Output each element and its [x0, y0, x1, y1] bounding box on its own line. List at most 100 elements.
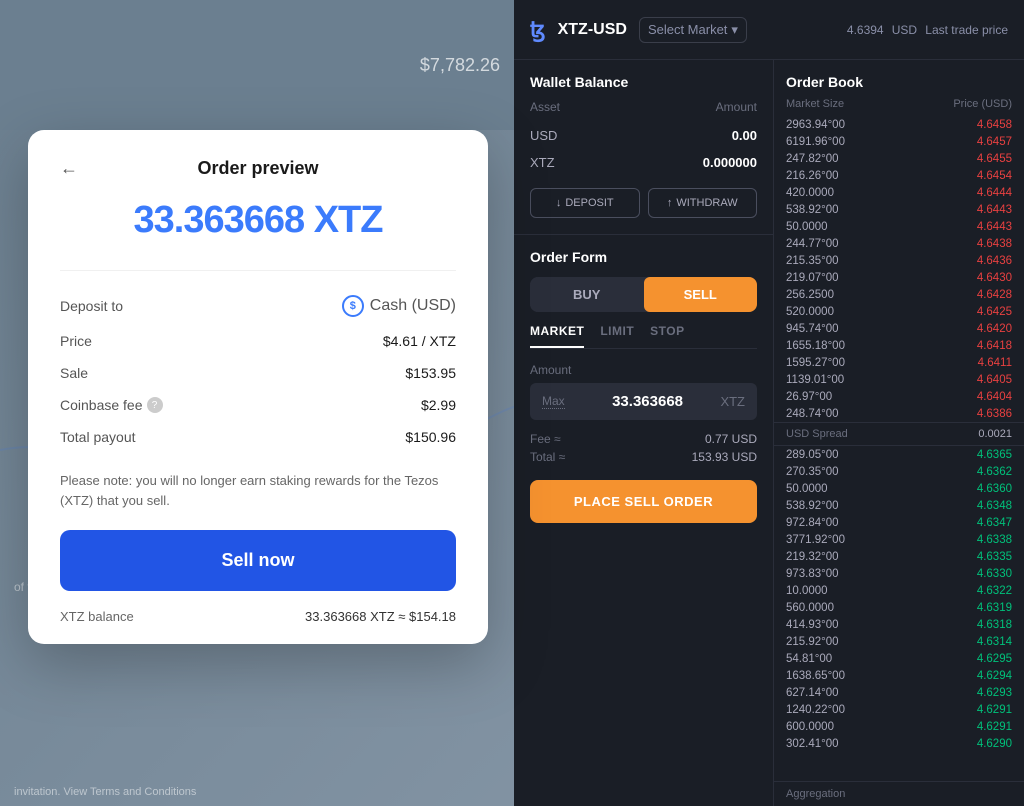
- bid-size: 538.92°00: [786, 500, 866, 512]
- ask-row: 244.77°00 4.6438: [774, 235, 1024, 252]
- modal-title: Order preview: [60, 158, 456, 179]
- bid-row: 973.83°004.6330: [774, 565, 1024, 582]
- fee-display-row: Fee ≈ 0.77 USD: [530, 432, 757, 446]
- total-row-label: Total ≈: [530, 450, 565, 464]
- deposit-row: Deposit to $ Cash (USD): [60, 287, 456, 325]
- bid-price: 4.6291: [942, 721, 1012, 733]
- bg-page-content: $7,782.26: [0, 0, 520, 130]
- sale-value: $153.95: [405, 365, 456, 381]
- place-sell-order-button[interactable]: PLACE SELL ORDER: [530, 480, 757, 523]
- price-row: Price $4.61 / XTZ: [60, 325, 456, 357]
- ask-size: 520.0000: [786, 306, 866, 318]
- deposit-arrow-icon: ↓: [556, 197, 562, 209]
- select-market-button[interactable]: Select Market ▾: [639, 17, 747, 43]
- bid-price: 4.6319: [942, 602, 1012, 614]
- fee-label-container: Coinbase fee ?: [60, 397, 163, 413]
- ask-price: 4.6418: [942, 340, 1012, 352]
- bid-price: 4.6335: [942, 551, 1012, 563]
- fee-value: $2.99: [421, 397, 456, 413]
- bid-row: 627.14°004.6293: [774, 684, 1024, 701]
- total-row-value: 153.93 USD: [692, 450, 757, 464]
- deposit-value: $ Cash (USD): [342, 295, 456, 317]
- order-form-section: Order Form BUY SELL MARKET LIMIT STOP Am…: [514, 235, 773, 537]
- help-icon[interactable]: ?: [147, 397, 163, 413]
- tezos-icon: ꜩ: [530, 17, 546, 43]
- amount-field-label: Amount: [530, 363, 757, 377]
- sell-tab[interactable]: SELL: [644, 277, 758, 312]
- bg-bottom-text: invitation. View Terms and Conditions: [14, 786, 196, 798]
- staking-note: Please note: you will no longer earn sta…: [60, 471, 456, 510]
- total-payout-row: Total payout $150.96: [60, 421, 456, 453]
- ask-size: 256.2500: [786, 289, 866, 301]
- ask-price: 4.6458: [942, 119, 1012, 131]
- deposit-label: Deposit to: [60, 298, 123, 314]
- ask-row: 538.92°004.6443: [774, 201, 1024, 218]
- stop-tab[interactable]: STOP: [650, 324, 684, 348]
- back-button[interactable]: ←: [60, 158, 78, 179]
- max-button[interactable]: Max: [542, 394, 565, 409]
- ask-price: 4.6386: [942, 408, 1012, 420]
- withdraw-arrow-icon: ↑: [667, 197, 673, 209]
- ask-price: 4.6420: [942, 323, 1012, 335]
- ask-row: 2963.94°004.6458: [774, 116, 1024, 133]
- total-label: Total payout: [60, 429, 136, 445]
- sale-label: Sale: [60, 365, 88, 381]
- ask-row: 247.82°004.6455: [774, 150, 1024, 167]
- deposit-button[interactable]: ↓ DEPOSIT: [530, 188, 640, 218]
- limit-tab[interactable]: LIMIT: [600, 324, 634, 348]
- ask-price: 4.6411: [942, 357, 1012, 369]
- ask-price: 4.6443: [942, 221, 1012, 233]
- bid-size: 50.0000: [786, 483, 866, 495]
- withdraw-button[interactable]: ↑ WITHDRAW: [648, 188, 758, 218]
- buy-tab[interactable]: BUY: [530, 277, 644, 312]
- amount-col-header: Amount: [716, 100, 757, 114]
- ask-price: 4.6457: [942, 136, 1012, 148]
- price-col: Price (USD): [953, 98, 1012, 110]
- bid-size: 414.93°00: [786, 619, 866, 631]
- ask-size: 1139.01°00: [786, 374, 866, 386]
- amount-currency-label: XTZ: [720, 394, 745, 409]
- ask-price: 4.6430: [942, 272, 1012, 284]
- spread-label: USD Spread: [786, 428, 848, 440]
- ask-price: 4.6444: [942, 187, 1012, 199]
- bid-price: 4.6338: [942, 534, 1012, 546]
- sell-now-button[interactable]: Sell now: [60, 530, 456, 591]
- bid-price: 4.6294: [942, 670, 1012, 682]
- ask-price: 4.6404: [942, 391, 1012, 403]
- usd-amount: 0.00: [732, 128, 757, 143]
- select-market-label: Select Market: [648, 22, 727, 37]
- ask-price: 4.6455: [942, 153, 1012, 165]
- balance-value: 33.363668 XTZ ≈ $154.18: [305, 609, 456, 624]
- bid-size: 215.92°00: [786, 636, 866, 648]
- aggregation-label: Aggregation: [786, 788, 845, 800]
- trading-content: Wallet Balance Asset Amount USD 0.00 XTZ…: [514, 60, 1024, 806]
- ask-row: 215.35°004.6436: [774, 252, 1024, 269]
- ask-size: 219.07°00: [786, 272, 866, 284]
- bid-row: 538.92°004.6348: [774, 497, 1024, 514]
- ask-row: 256.2500 4.6428: [774, 286, 1024, 303]
- amount-input-value[interactable]: 33.363668: [575, 393, 721, 410]
- trading-panel: ꜩ XTZ-USD Select Market ▾ 4.6394 USD Las…: [514, 0, 1024, 806]
- fee-row: Coinbase fee ? $2.99: [60, 389, 456, 421]
- ask-price: 4.6428: [942, 289, 1012, 301]
- bid-row: 50.00004.6360: [774, 480, 1024, 497]
- ask-row: 216.26°004.6454: [774, 167, 1024, 184]
- ask-price: 4.6425: [942, 306, 1012, 318]
- ask-price: 4.6454: [942, 170, 1012, 182]
- chevron-down-icon: ▾: [731, 22, 738, 38]
- order-book-panel: Order Book Market Size Price (USD) 2963.…: [774, 60, 1024, 806]
- bid-price: 4.6295: [942, 653, 1012, 665]
- order-form-title: Order Form: [530, 249, 757, 277]
- ask-size: 244.77°00: [786, 238, 866, 250]
- bid-size: 1240.22°00: [786, 704, 866, 716]
- order-book-title: Order Book: [786, 74, 863, 90]
- ask-row: 1139.01°004.6405: [774, 371, 1024, 388]
- bid-price: 4.6314: [942, 636, 1012, 648]
- ask-size: 1595.27°00: [786, 357, 866, 369]
- ask-price: 4.6443: [942, 204, 1012, 216]
- ask-price: 4.6438: [942, 238, 1012, 250]
- spread-row: USD Spread 0.0021: [774, 422, 1024, 446]
- market-tab[interactable]: MARKET: [530, 324, 584, 348]
- bid-row: 1240.22°004.6291: [774, 701, 1024, 718]
- bid-size: 627.14°00: [786, 687, 866, 699]
